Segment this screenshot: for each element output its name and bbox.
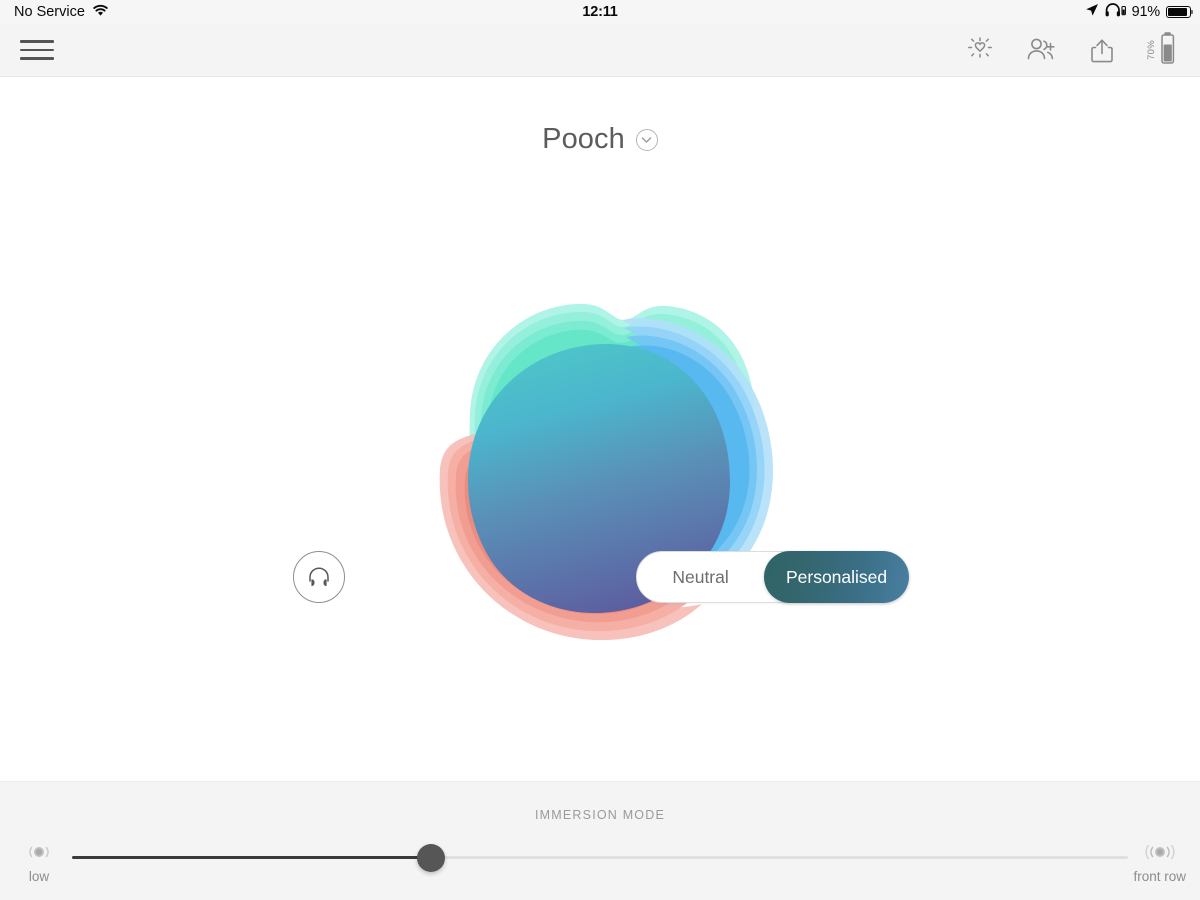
location-arrow-icon (1085, 3, 1099, 21)
headphones-battery-icon (1105, 3, 1126, 21)
slider-max-label: front row (1133, 869, 1186, 884)
status-bar-right: 91% (1085, 3, 1194, 21)
segment-neutral[interactable]: Neutral (637, 552, 764, 602)
device-battery-label: 70% (1146, 40, 1157, 60)
immersion-slider[interactable]: low front row (0, 838, 1200, 894)
status-bar-left: No Service (14, 4, 109, 21)
main-content: Pooch Neutral Personalised (0, 77, 1200, 781)
page-title: Pooch (542, 123, 625, 155)
share-icon[interactable] (1085, 33, 1119, 67)
slider-track[interactable] (72, 844, 1128, 872)
toolbar-actions: 70% (963, 31, 1178, 70)
battery-icon (1166, 6, 1194, 18)
device-battery-icon (1160, 31, 1178, 70)
app-root: No Service 12:11 91% 70% Pooch Neutral P… (0, 0, 1200, 900)
immersion-footer: IMMERSION MODE low front row (0, 781, 1200, 900)
headphones-icon[interactable] (293, 551, 345, 603)
status-bar: No Service 12:11 91% (0, 0, 1200, 24)
chevron-down-icon[interactable] (635, 128, 658, 151)
carrier-label: No Service (14, 4, 85, 20)
segment-personalised[interactable]: Personalised (764, 551, 909, 603)
sound-high-endpoint: front row (1133, 844, 1186, 884)
sound-high-icon (1143, 844, 1177, 865)
status-battery-percent: 91% (1131, 4, 1161, 20)
brightness-heart-icon[interactable] (963, 33, 997, 67)
profile-selector[interactable]: Pooch (542, 123, 658, 156)
controls-row: Neutral Personalised (0, 547, 1200, 607)
immersion-mode-label: IMMERSION MODE (535, 808, 665, 822)
add-person-icon[interactable] (1024, 33, 1058, 67)
sound-low-icon (26, 844, 52, 865)
sound-low-endpoint: low (26, 844, 52, 884)
slider-filled-track (72, 856, 432, 859)
device-battery-indicator[interactable]: 70% (1146, 31, 1178, 70)
app-toolbar: 70% (0, 24, 1200, 77)
slider-thumb[interactable] (417, 844, 446, 872)
sound-mode-segmented-control[interactable]: Neutral Personalised (636, 551, 909, 603)
wifi-icon (92, 4, 109, 21)
slider-min-label: low (28, 869, 50, 884)
status-bar-clock: 12:11 (582, 4, 618, 20)
hamburger-menu-icon[interactable] (18, 34, 56, 65)
